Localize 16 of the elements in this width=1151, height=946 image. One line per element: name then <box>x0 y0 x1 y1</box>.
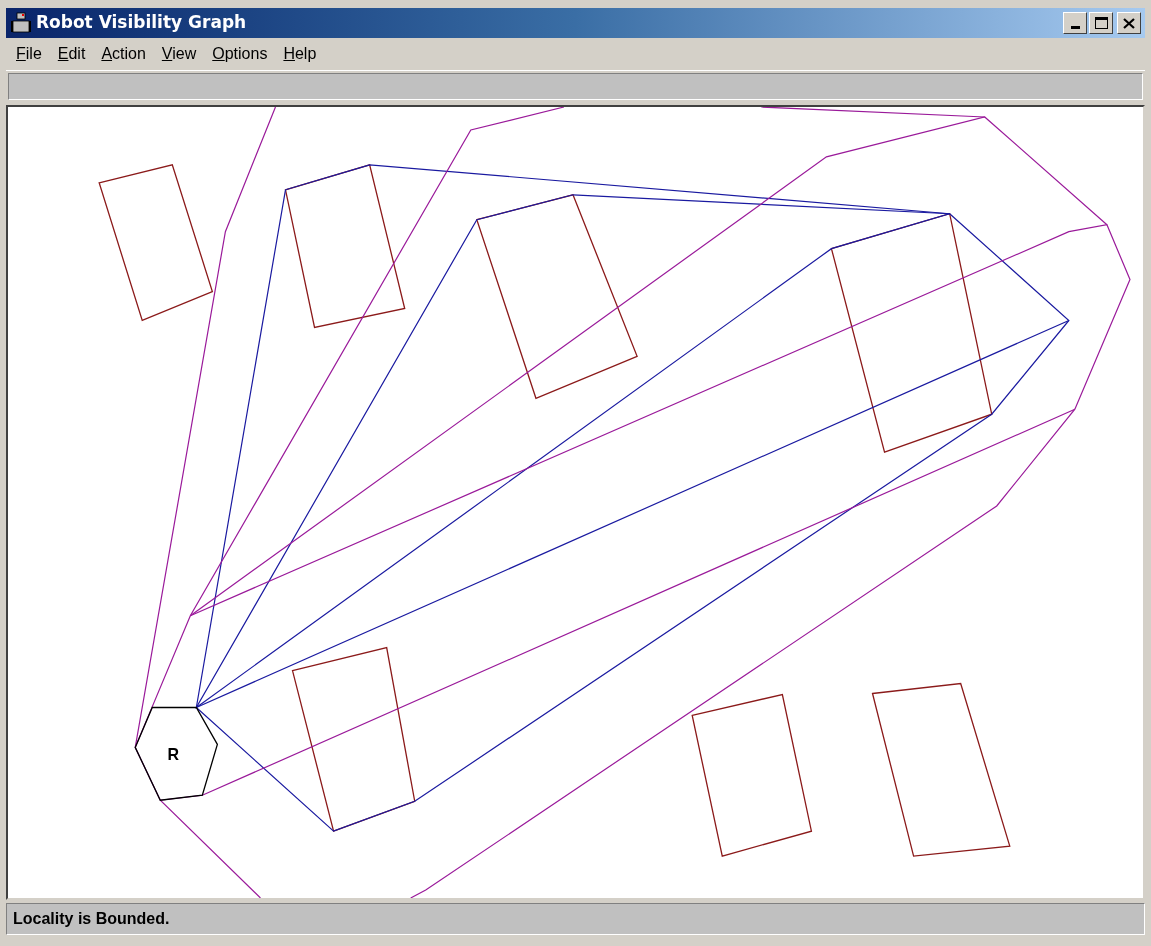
robot-icon <box>10 12 32 34</box>
close-icon <box>1123 17 1135 29</box>
menu-item[interactable]: File <box>10 42 48 66</box>
menu-item[interactable]: View <box>155 42 203 66</box>
menu-item[interactable]: Action <box>95 42 152 66</box>
minimize-button[interactable] <box>1063 12 1087 34</box>
robot-label: R <box>167 746 180 764</box>
close-button[interactable] <box>1117 12 1141 34</box>
menu-item[interactable]: Edit <box>51 42 92 66</box>
minimize-icon <box>1070 26 1080 29</box>
maximize-icon <box>1094 17 1108 29</box>
menu-item[interactable]: Options <box>206 42 274 66</box>
window-title: Robot Visibility Graph <box>36 11 247 35</box>
maximize-button[interactable] <box>1089 12 1113 34</box>
menu-item[interactable]: Help <box>277 42 323 66</box>
status-text: Locality is Bounded. <box>13 909 170 929</box>
